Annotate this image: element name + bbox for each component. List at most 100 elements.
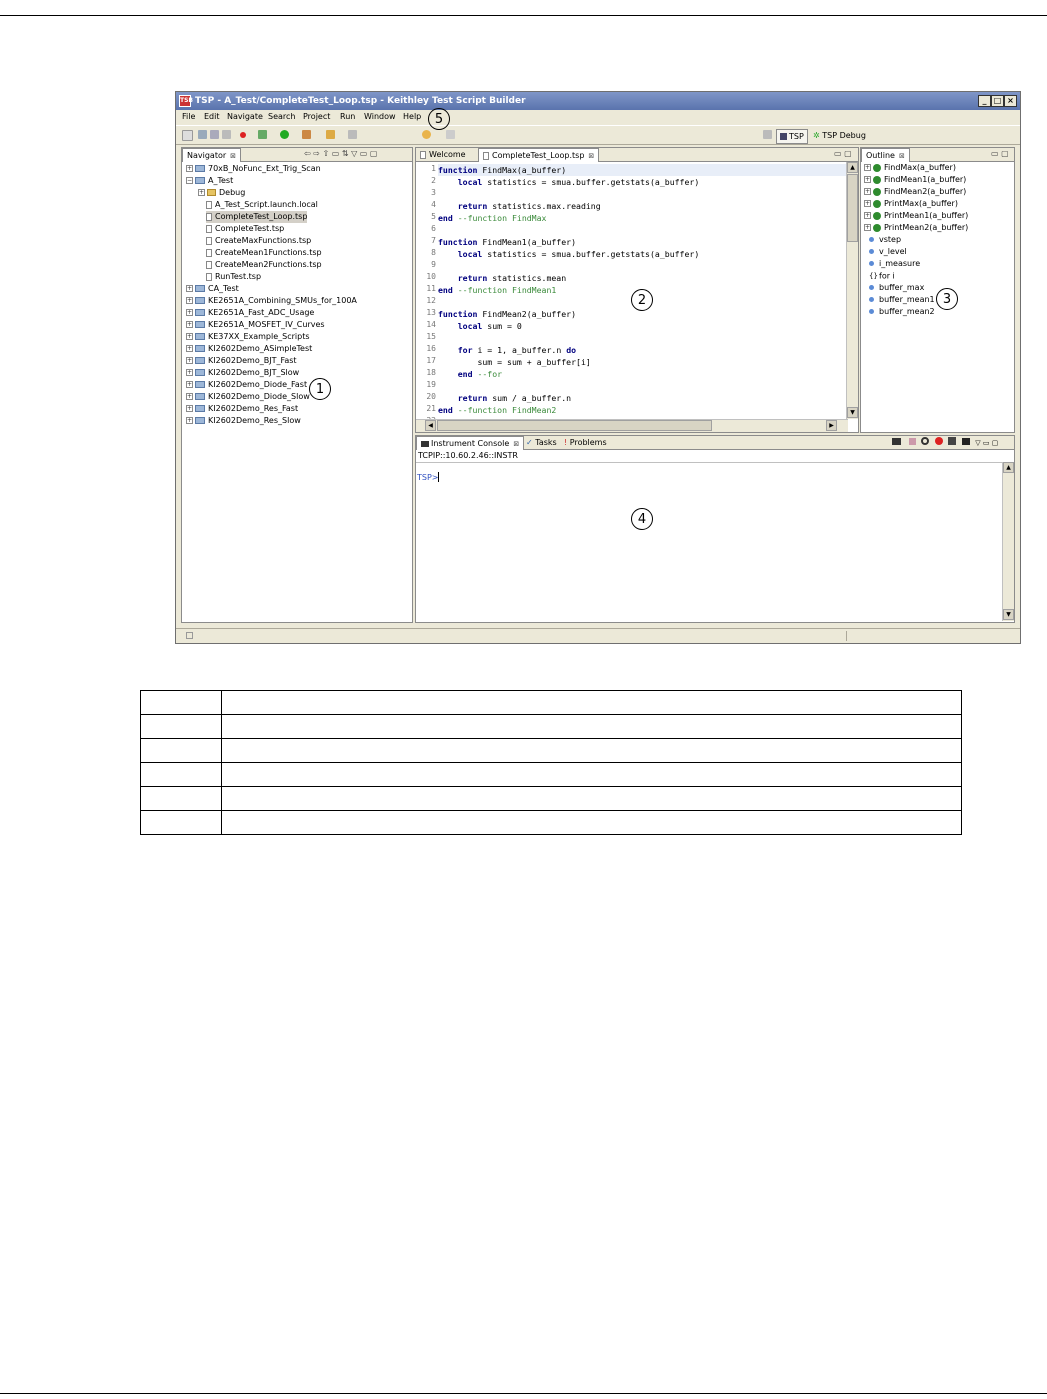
debug-icon[interactable] xyxy=(258,130,267,139)
navigator-item[interactable]: A_Test_Script.launch.local xyxy=(206,199,318,211)
scroll-right-arrow-icon[interactable]: ▶ xyxy=(826,420,837,431)
expand-icon[interactable]: + xyxy=(186,309,193,316)
close-icon[interactable]: ⊠ xyxy=(899,152,905,160)
navigator-item[interactable]: CreateMean2Functions.tsp xyxy=(206,259,322,271)
navigator-item[interactable]: + KE2651A_MOSFET_IV_Curves xyxy=(186,319,325,331)
expand-icon[interactable]: + xyxy=(186,285,193,292)
menu-window[interactable]: Window xyxy=(364,112,396,121)
scroll-left-arrow-icon[interactable]: ◀ xyxy=(425,420,436,431)
outline-controls[interactable]: ▭ ▢ xyxy=(991,149,1009,158)
outline-item[interactable]: {}for i xyxy=(869,270,895,282)
tab-instrument-console[interactable]: Instrument Console ⊠ xyxy=(416,436,525,450)
menu-project[interactable]: Project xyxy=(303,112,330,121)
run-external-icon[interactable] xyxy=(302,130,311,139)
navigator-controls[interactable]: ⇦ ⇨ ⇧ ▭ ⇅ ▽ ▭ ▢ xyxy=(304,149,377,158)
navigator-item[interactable]: +70xB_NoFunc_Ext_Trig_Scan xyxy=(186,163,321,175)
code-editor[interactable]: 1 function FindMax(a_buffer) 2 local stati… xyxy=(416,162,846,425)
expand-icon[interactable]: + xyxy=(198,189,205,196)
navigator-item[interactable]: CompleteTest_Loop.tsp xyxy=(206,211,308,223)
expand-icon[interactable]: + xyxy=(186,321,193,328)
expand-icon[interactable]: + xyxy=(186,357,193,364)
menu-navigate[interactable]: Navigate xyxy=(227,112,263,121)
collapse-icon[interactable]: − xyxy=(186,177,193,184)
editor-vertical-scrollbar[interactable]: ▲ ▼ xyxy=(846,162,858,419)
navigator-item[interactable]: + Debug xyxy=(198,187,245,199)
next-annotation-icon[interactable] xyxy=(348,130,357,139)
save-all-icon[interactable] xyxy=(210,130,219,139)
perspective-tsp[interactable]: TSP xyxy=(776,129,808,144)
scroll-down-arrow-icon[interactable]: ▼ xyxy=(1003,609,1014,620)
outline-item[interactable]: + PrintMean1(a_buffer) xyxy=(864,210,968,222)
expand-icon[interactable]: + xyxy=(864,176,871,183)
navigator-item[interactable]: CreateMaxFunctions.tsp xyxy=(206,235,311,247)
navigator-item[interactable]: − A_Test xyxy=(186,175,233,187)
scroll-up-arrow-icon[interactable]: ▲ xyxy=(1003,462,1014,473)
menu-run[interactable]: Run xyxy=(340,112,355,121)
close-button[interactable]: × xyxy=(1004,95,1017,107)
navigator-item[interactable]: RunTest.tsp xyxy=(206,271,261,283)
instrument-icon[interactable] xyxy=(948,437,957,445)
outline-item[interactable]: + FindMean1(a_buffer) xyxy=(864,174,966,186)
navigator-item[interactable]: CompleteTest.tsp xyxy=(206,223,284,235)
expand-icon[interactable]: + xyxy=(186,165,193,172)
close-icon[interactable]: ⊠ xyxy=(230,152,236,160)
editor-controls[interactable]: ▭ ▢ xyxy=(834,149,852,158)
expand-icon[interactable]: + xyxy=(186,381,193,388)
expand-icon[interactable]: + xyxy=(186,417,193,424)
tab-welcome[interactable]: Welcome xyxy=(416,148,470,161)
view-menu-icon[interactable]: ▽ ▭ ▢ xyxy=(975,439,998,447)
close-icon[interactable]: ⊠ xyxy=(588,152,594,160)
navigator-item[interactable]: + KI2602Demo_ASimpleTest xyxy=(186,343,312,355)
new-icon[interactable] xyxy=(182,130,193,141)
expand-icon[interactable]: + xyxy=(186,369,193,376)
expand-icon[interactable]: + xyxy=(186,333,193,340)
menu-search[interactable]: Search xyxy=(268,112,295,121)
navigator-item[interactable]: + KI2602Demo_Diode_Slow xyxy=(186,391,310,403)
navigator-item[interactable]: + KI2602Demo_BJT_Fast xyxy=(186,355,297,367)
menu-file[interactable]: File xyxy=(182,112,195,121)
minimize-button[interactable]: _ xyxy=(978,95,991,107)
navigator-item[interactable]: + KE2651A_Combining_SMUs_for_100A xyxy=(186,295,357,307)
expand-icon[interactable]: + xyxy=(864,188,871,195)
edit-icon[interactable] xyxy=(908,438,916,445)
expand-icon[interactable]: + xyxy=(864,164,871,171)
expand-icon[interactable]: + xyxy=(186,405,193,412)
display-icon[interactable] xyxy=(961,438,970,445)
menu-edit[interactable]: Edit xyxy=(204,112,220,121)
tab-tasks[interactable]: ✓ Tasks xyxy=(522,436,561,449)
console-output[interactable]: TSP> xyxy=(416,462,1003,622)
scroll-thumb[interactable] xyxy=(847,174,858,242)
tab-completetest-loop[interactable]: CompleteTest_Loop.tsp ⊠ xyxy=(478,148,600,162)
save-icon[interactable] xyxy=(198,130,207,139)
open-perspective-icon[interactable] xyxy=(763,130,772,139)
forward-icon[interactable] xyxy=(446,130,455,139)
outline-item[interactable]: + PrintMean2(a_buffer) xyxy=(864,222,968,234)
back-icon[interactable] xyxy=(422,130,431,139)
menu-help[interactable]: Help xyxy=(403,112,421,121)
connect-icon[interactable] xyxy=(921,437,930,445)
print-icon[interactable] xyxy=(222,130,231,139)
perspective-tsp-debug[interactable]: ✲ TSP Debug xyxy=(810,129,869,142)
tab-outline[interactable]: Outline ⊠ xyxy=(861,148,910,162)
navigator-item[interactable]: + KI2602Demo_Res_Slow xyxy=(186,415,301,427)
expand-icon[interactable]: + xyxy=(864,212,871,219)
scroll-up-arrow-icon[interactable]: ▲ xyxy=(847,162,858,173)
clear-console-icon[interactable] xyxy=(892,438,901,445)
outline-item[interactable]: buffer_mean1 xyxy=(869,294,935,306)
tab-navigator[interactable]: Navigator ⊠ xyxy=(182,148,242,162)
expand-icon[interactable]: + xyxy=(186,393,193,400)
navigator-item[interactable]: + KE2651A_Fast_ADC_Usage xyxy=(186,307,314,319)
expand-icon[interactable]: + xyxy=(864,224,871,231)
expand-icon[interactable]: + xyxy=(186,345,193,352)
close-icon[interactable]: ⊠ xyxy=(513,440,519,448)
expand-icon[interactable]: + xyxy=(864,200,871,207)
outline-item[interactable]: v_level xyxy=(869,246,907,258)
navigator-item[interactable]: + KI2602Demo_BJT_Slow xyxy=(186,367,299,379)
editor-horizontal-scrollbar[interactable]: ◀ ▶ xyxy=(416,419,848,432)
outline-item[interactable]: + FindMax(a_buffer) xyxy=(864,162,956,174)
search-tool-icon[interactable] xyxy=(326,130,335,139)
hscroll-thumb[interactable] xyxy=(437,420,712,431)
navigator-item[interactable]: + KI2602Demo_Res_Fast xyxy=(186,403,298,415)
run-icon[interactable] xyxy=(280,130,289,139)
outline-item[interactable]: + FindMean2(a_buffer) xyxy=(864,186,966,198)
